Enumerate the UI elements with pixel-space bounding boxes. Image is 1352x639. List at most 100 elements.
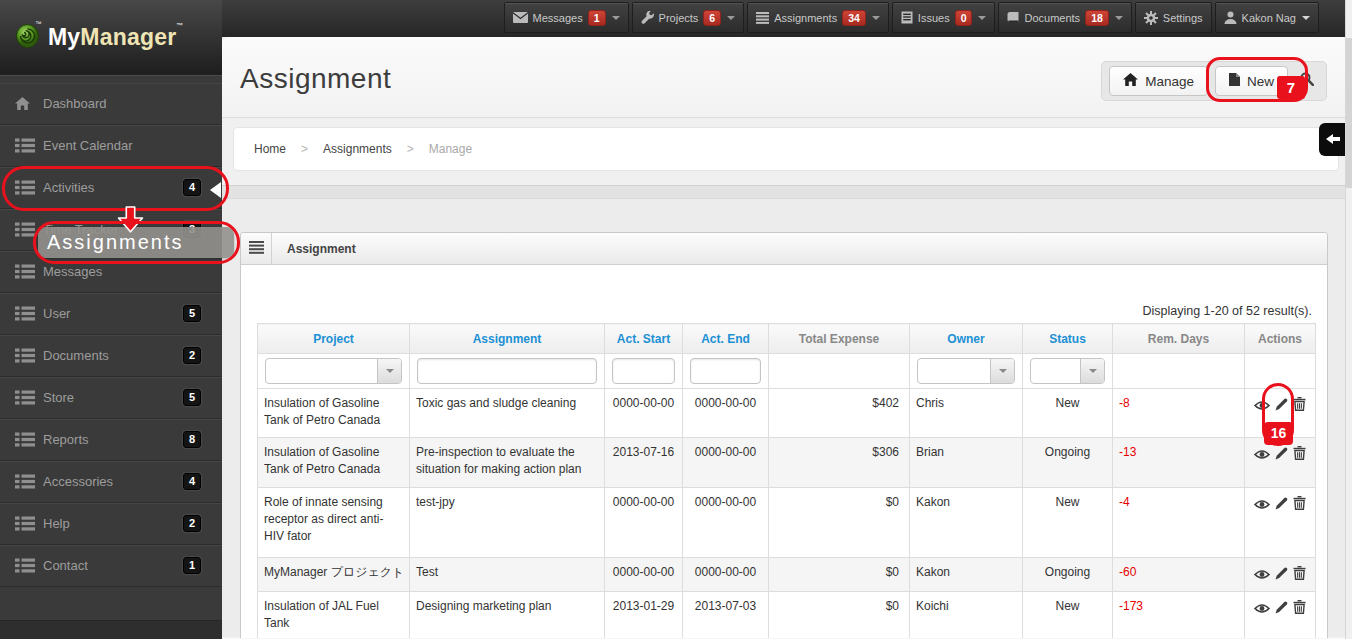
nav-kakon-nag[interactable]: Kakon Nag bbox=[1215, 2, 1319, 33]
nav-settings[interactable]: Settings bbox=[1135, 2, 1212, 33]
filter-assignment-input[interactable] bbox=[417, 358, 597, 384]
sidebar-count-badge: 5 bbox=[183, 305, 201, 322]
edit-icon[interactable] bbox=[1275, 567, 1288, 580]
nav-documents[interactable]: Documents18 bbox=[998, 2, 1131, 33]
cell-project: Insulation of Gasoline Tank of Petro Can… bbox=[258, 389, 410, 438]
cell-owner: Koichi bbox=[910, 592, 1023, 639]
cell-act-end: 0000-00-00 bbox=[683, 389, 769, 438]
cell-assignment: test-jpy bbox=[410, 488, 605, 558]
annotation-oval-activities bbox=[2, 166, 229, 211]
cell-rem-days: -4 bbox=[1113, 488, 1245, 558]
panel-menu-button[interactable] bbox=[241, 233, 272, 264]
breadcrumb-home[interactable]: Home bbox=[254, 142, 286, 156]
sidebar-count-badge: 8 bbox=[183, 431, 201, 448]
sidebar-item-dashboard[interactable]: Dashboard bbox=[0, 83, 222, 125]
nav-count-badge: 34 bbox=[842, 10, 866, 26]
main-content: Assignment Manage New Home>Assignments>M… bbox=[222, 37, 1345, 639]
sidebar-footer bbox=[0, 620, 222, 639]
list-icon bbox=[15, 138, 35, 153]
cell-status: New bbox=[1023, 488, 1113, 558]
cell-project: Insulation of Gasoline Tank of Petro Can… bbox=[258, 438, 410, 488]
chevron-down-icon bbox=[727, 16, 735, 20]
breadcrumb-manage: Manage bbox=[429, 142, 472, 156]
sidebar-item-label: Contact bbox=[43, 558, 88, 573]
cell-act-start: 2013-01-29 bbox=[605, 592, 683, 639]
filter-act-start-input[interactable] bbox=[612, 358, 675, 384]
list-icon bbox=[15, 474, 35, 489]
sidebar-item-documents[interactable]: Documents2 bbox=[0, 335, 222, 377]
chevron-down-icon bbox=[612, 16, 620, 20]
delete-icon[interactable] bbox=[1293, 397, 1306, 411]
sidebar-item-help[interactable]: Help2 bbox=[0, 503, 222, 545]
column-header-act-start[interactable]: Act. Start bbox=[605, 324, 683, 354]
arrow-left-icon bbox=[1325, 131, 1340, 149]
list-icon bbox=[15, 264, 35, 279]
sidebar-count-badge: 2 bbox=[183, 347, 201, 364]
column-header-act-end[interactable]: Act. End bbox=[683, 324, 769, 354]
cell-status: Ongoing bbox=[1023, 558, 1113, 592]
wrench-icon bbox=[641, 11, 654, 24]
svg-text:™: ™ bbox=[35, 20, 42, 27]
view-icon[interactable] bbox=[1254, 569, 1270, 580]
scrollbar[interactable] bbox=[1345, 0, 1352, 639]
sidebar-item-label: Help bbox=[43, 516, 70, 531]
brand-logo[interactable]: ™ MyManager™ bbox=[0, 0, 222, 74]
cell-assignment: Test bbox=[410, 558, 605, 592]
column-header-owner[interactable]: Owner bbox=[910, 324, 1023, 354]
edit-icon[interactable] bbox=[1275, 497, 1288, 510]
view-icon[interactable] bbox=[1254, 603, 1270, 614]
filter-project-select[interactable] bbox=[265, 358, 402, 384]
nav-projects[interactable]: Projects6 bbox=[632, 2, 745, 33]
sidebar-item-label: Store bbox=[43, 390, 74, 405]
sidebar-item-contact[interactable]: Contact1 bbox=[0, 545, 222, 587]
delete-icon[interactable] bbox=[1293, 446, 1306, 460]
nav-label: Messages bbox=[533, 12, 583, 24]
nav-label: Kakon Nag bbox=[1242, 12, 1296, 24]
edit-icon[interactable] bbox=[1275, 447, 1288, 460]
nav-label: Projects bbox=[659, 12, 699, 24]
sidebar-item-label: User bbox=[43, 306, 70, 321]
scrollbar-thumb[interactable] bbox=[1346, 38, 1352, 188]
nav-count-badge: 0 bbox=[955, 10, 973, 26]
table-row: Insulation of Gasoline Tank of Petro Can… bbox=[258, 389, 1316, 438]
column-header-status[interactable]: Status bbox=[1023, 324, 1113, 354]
delete-icon[interactable] bbox=[1293, 600, 1306, 614]
sidebar-count-badge: 4 bbox=[183, 473, 201, 490]
nav-assignments[interactable]: Assignments34 bbox=[747, 2, 889, 33]
sidebar-item-reports[interactable]: Reports8 bbox=[0, 419, 222, 461]
filter-status-select[interactable] bbox=[1030, 358, 1105, 384]
cell-actions bbox=[1245, 592, 1316, 639]
manage-button[interactable]: Manage bbox=[1109, 66, 1208, 96]
delete-icon[interactable] bbox=[1293, 566, 1306, 580]
panel-title: Assignment bbox=[272, 233, 356, 264]
annotation-oval-tooltip bbox=[33, 221, 240, 264]
home-icon bbox=[1123, 73, 1138, 89]
doc-icon bbox=[901, 11, 913, 24]
cell-total-expense: $0 bbox=[769, 592, 910, 639]
cell-act-start: 0000-00-00 bbox=[605, 558, 683, 592]
cell-rem-days: -13 bbox=[1113, 438, 1245, 488]
sidebar-item-event-calendar[interactable]: Event Calendar bbox=[0, 125, 222, 167]
edit-icon[interactable] bbox=[1275, 601, 1288, 614]
column-header-project[interactable]: Project bbox=[258, 324, 410, 354]
sidebar-item-user[interactable]: User 5 bbox=[0, 293, 222, 335]
cell-status: Ongoing bbox=[1023, 438, 1113, 488]
breadcrumb-assignments[interactable]: Assignments bbox=[323, 142, 392, 156]
filter-owner-select[interactable] bbox=[917, 358, 1015, 384]
cell-act-start: 0000-00-00 bbox=[605, 488, 683, 558]
user-icon bbox=[1224, 11, 1237, 24]
sidebar-item-store[interactable]: Store5 bbox=[0, 377, 222, 419]
column-header-assignment[interactable]: Assignment bbox=[410, 324, 605, 354]
table-row: MyManager プロジェクトTest0000-00-000000-00-00… bbox=[258, 558, 1316, 592]
nav-issues[interactable]: Issues0 bbox=[892, 2, 996, 33]
envelope-icon bbox=[513, 12, 528, 23]
sidebar-item-accessories[interactable]: Accessories4 bbox=[0, 461, 222, 503]
collapse-arrow-button[interactable] bbox=[1319, 123, 1345, 156]
nav-messages[interactable]: Messages1 bbox=[504, 2, 629, 33]
filter-act-end-input[interactable] bbox=[690, 358, 761, 384]
delete-icon[interactable] bbox=[1293, 496, 1306, 510]
cell-actions bbox=[1245, 558, 1316, 592]
table-row: Role of innate sensing receptor as direc… bbox=[258, 488, 1316, 558]
view-icon[interactable] bbox=[1254, 449, 1270, 460]
view-icon[interactable] bbox=[1254, 499, 1270, 510]
